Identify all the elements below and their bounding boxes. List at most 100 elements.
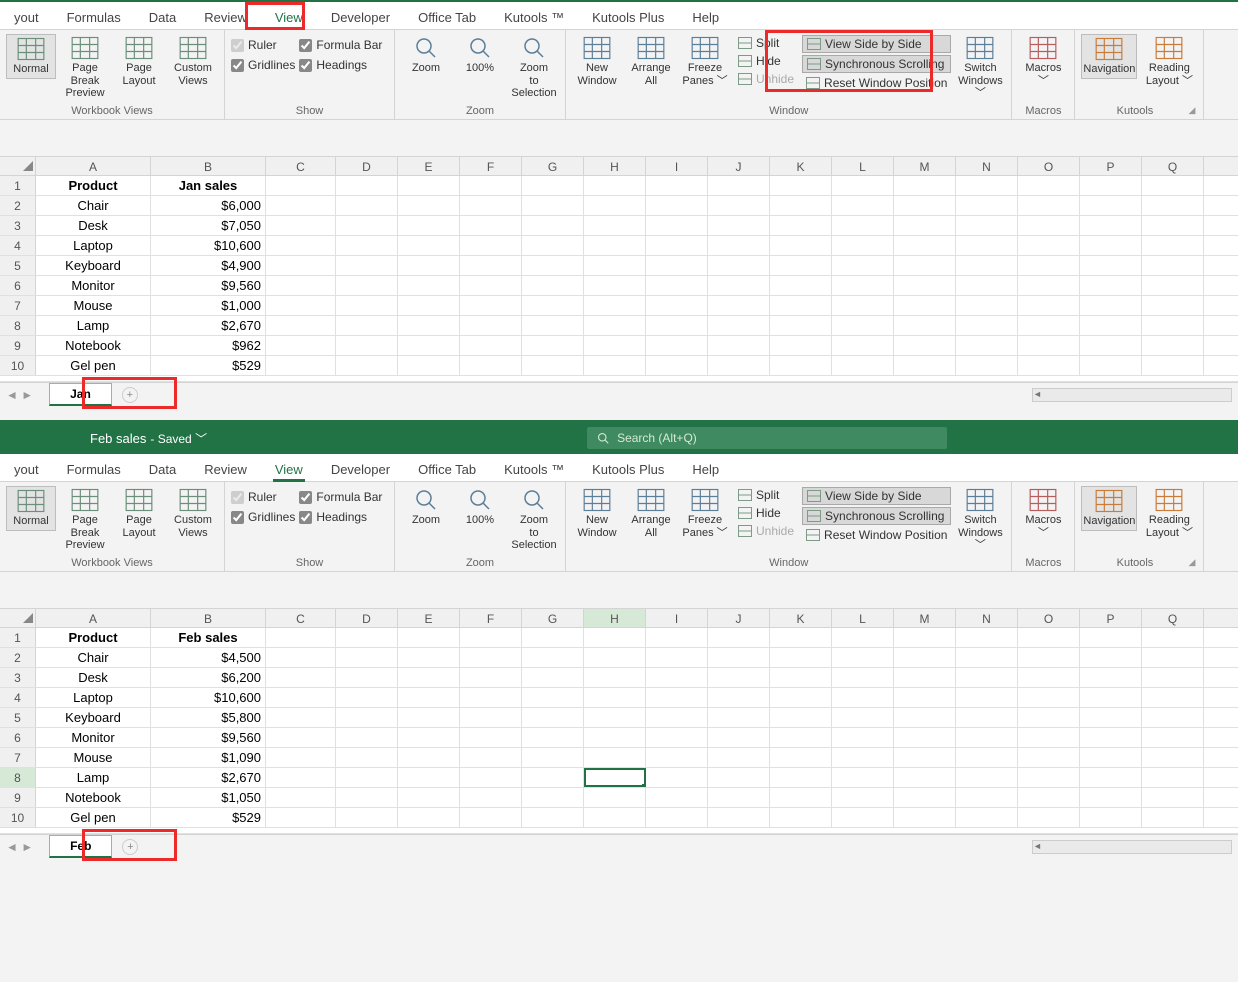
column-header-F[interactable]: F xyxy=(460,609,522,627)
tab-help[interactable]: Help xyxy=(678,458,733,481)
cell-J8[interactable] xyxy=(708,316,770,335)
cell-P7[interactable] xyxy=(1080,296,1142,315)
view-side-by-side-button[interactable]: View Side by Side xyxy=(802,35,951,53)
cell-G1[interactable] xyxy=(522,628,584,647)
cell-H1[interactable] xyxy=(584,628,646,647)
cell-F3[interactable] xyxy=(460,668,522,687)
column-header-H[interactable]: H xyxy=(584,157,646,175)
tab-kutools-plus[interactable]: Kutools Plus xyxy=(578,458,678,481)
cell-I3[interactable] xyxy=(646,668,708,687)
cell-A7[interactable]: Mouse xyxy=(36,296,151,315)
cell-Q2[interactable] xyxy=(1142,196,1204,215)
row-header-8[interactable]: 8 xyxy=(0,316,36,335)
cell-I10[interactable] xyxy=(646,808,708,827)
cell-L4[interactable] xyxy=(832,688,894,707)
cell-D10[interactable] xyxy=(336,356,398,375)
cell-O2[interactable] xyxy=(1018,196,1080,215)
synchronous-scrolling-button[interactable]: Synchronous Scrolling xyxy=(802,507,951,525)
sheet-nav-buttons[interactable]: ◄ ► xyxy=(0,840,39,854)
headings-check[interactable]: Headings xyxy=(299,510,382,524)
search-box[interactable]: Search (Alt+Q) xyxy=(587,427,947,449)
arrange-all-button[interactable]: ArrangeAll xyxy=(626,34,676,89)
cell-D8[interactable] xyxy=(336,316,398,335)
spreadsheet-grid[interactable]: ABCDEFGHIJKLMNOPQ1ProductFeb sales2Chair… xyxy=(0,608,1238,834)
cell-I3[interactable] xyxy=(646,216,708,235)
row-header-5[interactable]: 5 xyxy=(0,256,36,275)
column-header-H[interactable]: H xyxy=(584,609,646,627)
row-header-6[interactable]: 6 xyxy=(0,276,36,295)
cell-A10[interactable]: Gel pen xyxy=(36,356,151,375)
row-header-10[interactable]: 10 xyxy=(0,356,36,375)
cell-Q9[interactable] xyxy=(1142,788,1204,807)
reading-layout-button[interactable]: ReadingLayout ﹀ xyxy=(1141,486,1197,541)
cell-M1[interactable] xyxy=(894,176,956,195)
cell-B2[interactable]: $4,500 xyxy=(151,648,266,667)
cell-A3[interactable]: Desk xyxy=(36,668,151,687)
cell-M9[interactable] xyxy=(894,788,956,807)
column-header-J[interactable]: J xyxy=(708,609,770,627)
cell-M1[interactable] xyxy=(894,628,956,647)
cell-P6[interactable] xyxy=(1080,728,1142,747)
cell-C2[interactable] xyxy=(266,648,336,667)
cell-J3[interactable] xyxy=(708,216,770,235)
cell-H8[interactable] xyxy=(584,768,646,787)
cell-H3[interactable] xyxy=(584,216,646,235)
cell-B1[interactable]: Jan sales xyxy=(151,176,266,195)
cell-F8[interactable] xyxy=(460,768,522,787)
cell-Q6[interactable] xyxy=(1142,276,1204,295)
cell-L3[interactable] xyxy=(832,668,894,687)
reset-window-position-button[interactable]: Reset Window Position xyxy=(802,527,951,543)
cell-K9[interactable] xyxy=(770,336,832,355)
cell-D9[interactable] xyxy=(336,788,398,807)
cell-E10[interactable] xyxy=(398,356,460,375)
cell-Q9[interactable] xyxy=(1142,336,1204,355)
cell-J4[interactable] xyxy=(708,236,770,255)
cell-M4[interactable] xyxy=(894,688,956,707)
cell-O6[interactable] xyxy=(1018,728,1080,747)
cell-G6[interactable] xyxy=(522,728,584,747)
cell-A2[interactable]: Chair xyxy=(36,196,151,215)
tab-yout[interactable]: yout xyxy=(0,458,53,481)
cell-O5[interactable] xyxy=(1018,256,1080,275)
cell-L5[interactable] xyxy=(832,708,894,727)
cell-C8[interactable] xyxy=(266,316,336,335)
cell-J1[interactable] xyxy=(708,176,770,195)
cell-G10[interactable] xyxy=(522,808,584,827)
tab-formulas[interactable]: Formulas xyxy=(53,458,135,481)
cell-H7[interactable] xyxy=(584,748,646,767)
cell-P7[interactable] xyxy=(1080,748,1142,767)
zoom-to-selection-button[interactable]: Zoomto Selection xyxy=(509,34,559,102)
cell-Q1[interactable] xyxy=(1142,628,1204,647)
cell-I9[interactable] xyxy=(646,788,708,807)
cell-C4[interactable] xyxy=(266,688,336,707)
tab-office-tab[interactable]: Office Tab xyxy=(404,458,490,481)
cell-Q6[interactable] xyxy=(1142,728,1204,747)
cell-M7[interactable] xyxy=(894,296,956,315)
column-header-K[interactable]: K xyxy=(770,609,832,627)
cell-E8[interactable] xyxy=(398,316,460,335)
cell-J5[interactable] xyxy=(708,708,770,727)
cell-G3[interactable] xyxy=(522,216,584,235)
cell-G8[interactable] xyxy=(522,768,584,787)
cell-J4[interactable] xyxy=(708,688,770,707)
cell-G7[interactable] xyxy=(522,748,584,767)
macros-button[interactable]: Macros﹀ xyxy=(1018,486,1068,541)
cell-H8[interactable] xyxy=(584,316,646,335)
tab-kutools-[interactable]: Kutools ™ xyxy=(490,6,578,29)
cell-M3[interactable] xyxy=(894,668,956,687)
cell-A8[interactable]: Lamp xyxy=(36,768,151,787)
cell-K9[interactable] xyxy=(770,788,832,807)
cell-K4[interactable] xyxy=(770,688,832,707)
cell-P8[interactable] xyxy=(1080,768,1142,787)
cell-M3[interactable] xyxy=(894,216,956,235)
tab-kutools-plus[interactable]: Kutools Plus xyxy=(578,6,678,29)
cell-P3[interactable] xyxy=(1080,216,1142,235)
cell-K2[interactable] xyxy=(770,648,832,667)
tab-developer[interactable]: Developer xyxy=(317,458,404,481)
cell-E9[interactable] xyxy=(398,336,460,355)
cell-F6[interactable] xyxy=(460,276,522,295)
cell-B6[interactable]: $9,560 xyxy=(151,276,266,295)
row-header-9[interactable]: 9 xyxy=(0,788,36,807)
cell-A5[interactable]: Keyboard xyxy=(36,256,151,275)
cell-D2[interactable] xyxy=(336,196,398,215)
